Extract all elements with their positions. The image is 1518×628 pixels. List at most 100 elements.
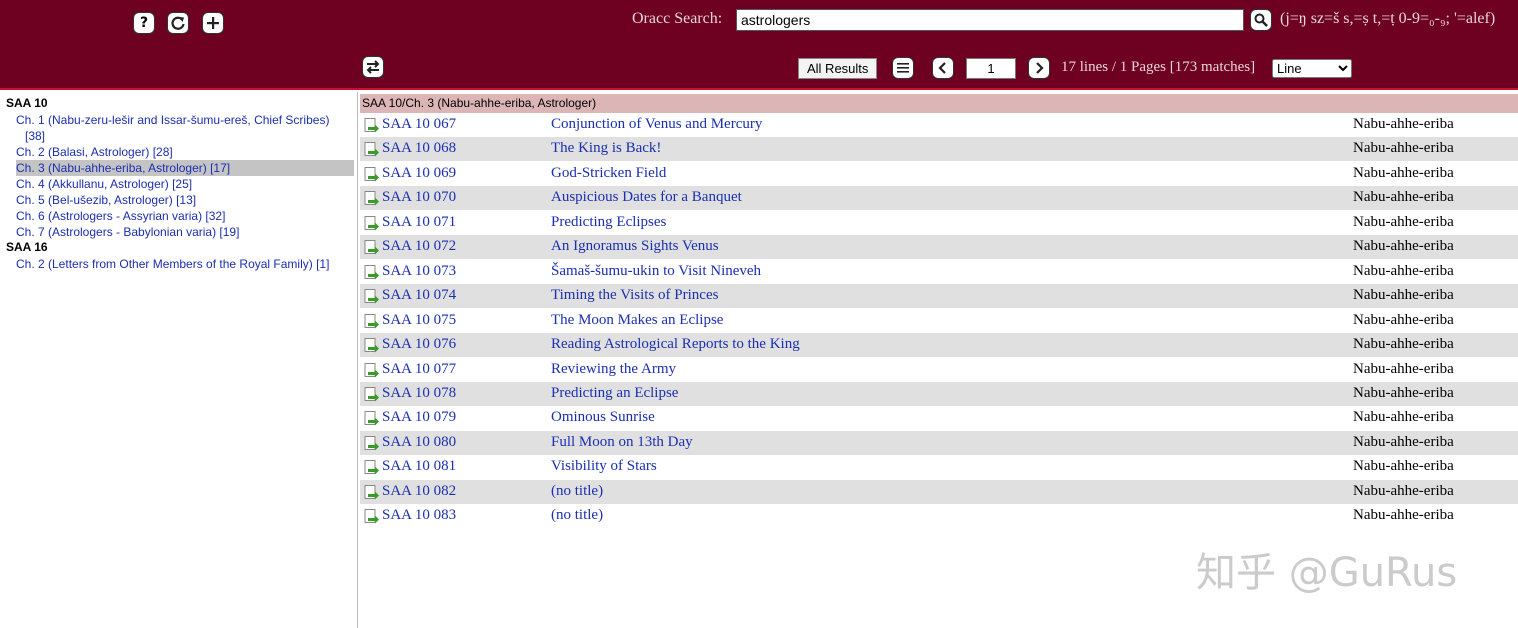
text-title-link[interactable]: God-Stricken Field [551,165,666,182]
table-row[interactable]: SAA 10 081 Visibility of Stars Nabu-ahhe-e… [360,455,1518,479]
text-id-link[interactable]: SAA 10 083 [382,507,456,524]
table-row[interactable]: SAA 10 070 Auspicious Dates for a Banquet… [360,186,1518,211]
sidebar-item-ch5[interactable]: Ch. 5 (Bel-ušezib, Astrologer) [13] [16,192,354,208]
swap-icon [366,60,380,74]
top-bar: ? Oracc Search: (j=ŋ sz=š s,=ṣ t,=ṭ 0-9=… [0,0,1518,90]
help-icon: ? [139,15,149,31]
document-arrow-icon [364,118,379,133]
text-author: Nabu-ahhe-eriba [1353,507,1454,524]
text-title-link[interactable]: Conjunction of Venus and Mercury [551,116,762,133]
add-button[interactable] [202,12,224,34]
table-row[interactable]: SAA 10 075 The Moon Makes an Eclipse Nabu-… [360,309,1518,333]
text-title-link[interactable]: The King is Back! [551,140,661,157]
text-title-link[interactable]: The Moon Makes an Eclipse [551,312,723,329]
sidebar-item-ch2[interactable]: Ch. 2 (Balasi, Astrologer) [28] [16,144,354,160]
table-row[interactable]: SAA 10 078 Predicting an Eclipse Nabu-ahhe… [360,381,1518,406]
table-row[interactable]: SAA 10 082 (no title) Nabu-ahhe-eriba [360,479,1518,504]
text-id-link[interactable]: SAA 10 069 [382,165,456,182]
text-author: Nabu-ahhe-eriba [1353,384,1454,401]
sidebar-item-ch1[interactable]: Ch. 1 (Nabu-zeru-lešir and Issar-šumu-er… [16,112,354,144]
menu-icon [897,63,909,73]
all-results-button[interactable]: All Results [798,58,878,79]
text-title-link[interactable]: Predicting Eclipses [551,214,666,231]
text-id-link[interactable]: SAA 10 080 [382,434,456,451]
text-title-link[interactable]: (no title) [551,483,603,500]
table-row[interactable]: SAA 10 083 (no title) Nabu-ahhe-eriba [360,504,1518,528]
refresh-button[interactable] [167,12,189,34]
table-row[interactable]: SAA 10 067 Conjunction of Venus and Mercu… [360,113,1518,137]
text-id-link[interactable]: SAA 10 081 [382,458,456,475]
add-icon [207,17,219,29]
text-title-link[interactable]: Reviewing the Army [551,361,676,378]
sidebar-item-saa16-ch2[interactable]: Ch. 2 (Letters from Other Members of the… [16,256,354,272]
table-row[interactable]: SAA 10 069 God-Stricken Field Nabu-ahhe-er… [360,162,1518,186]
text-author: Nabu-ahhe-eriba [1353,213,1454,230]
help-button[interactable]: ? [133,12,155,34]
document-arrow-icon [364,484,379,500]
text-id-link[interactable]: SAA 10 071 [382,214,456,231]
table-row[interactable]: SAA 10 071 Predicting Eclipses Nabu-ahhe-e… [360,211,1518,235]
text-id-link[interactable]: SAA 10 076 [382,336,456,353]
text-author: Nabu-ahhe-eriba [1353,164,1454,181]
table-row[interactable]: SAA 10 072 An Ignoramus Sights Venus Nabu-… [360,235,1518,260]
text-title-link[interactable]: Visibility of Stars [551,458,657,475]
text-title-link[interactable]: Ominous Sunrise [551,409,655,426]
sidebar-item-ch3[interactable]: Ch. 3 (Nabu-ahhe-eriba, Astrologer) [17] [16,160,354,176]
prev-page-button[interactable] [932,57,954,79]
text-title-link[interactable]: (no title) [551,507,603,524]
refresh-icon [171,16,185,30]
document-arrow-icon [364,264,379,280]
text-author: Nabu-ahhe-eriba [1353,116,1454,132]
document-arrow-icon [364,215,379,231]
text-id-link[interactable]: SAA 10 079 [382,409,456,426]
sidebar-item-ch7[interactable]: Ch. 7 (Astrologers - Babylonian varia) [… [16,224,354,240]
text-author: Nabu-ahhe-eriba [1353,238,1454,255]
text-id-link[interactable]: SAA 10 067 [382,116,456,133]
table-row[interactable]: SAA 10 080 Full Moon on 13th Day Nabu-ahhe… [360,430,1518,455]
text-title-link[interactable]: Reading Astrological Reports to the King [551,336,800,353]
text-title-link[interactable]: An Ignoramus Sights Venus [551,238,719,255]
table-row[interactable]: SAA 10 068 The King is Back! Nabu-ahhe-eri… [360,137,1518,162]
search-help-text: (j=ŋ sz=š s,=ṣ t,=ṭ 0-9=₀-₉; '=alef) [1280,10,1496,27]
text-id-link[interactable]: SAA 10 070 [382,189,456,206]
text-id-link[interactable]: SAA 10 082 [382,483,456,500]
swap-button[interactable] [362,56,384,78]
table-row[interactable]: SAA 10 074 Timing the Visits of Princes Na… [360,284,1518,309]
search-button[interactable] [1250,9,1272,31]
text-id-link[interactable]: SAA 10 072 [382,238,456,255]
view-mode-select[interactable]: Line [1272,59,1352,78]
menu-button[interactable] [892,57,914,79]
sidebar-item-count: [38] [25,129,46,143]
text-id-link[interactable]: SAA 10 078 [382,385,456,402]
text-author: Nabu-ahhe-eriba [1353,311,1454,328]
page-number-input[interactable] [966,58,1016,79]
text-title-link[interactable]: Predicting an Eclipse [551,385,678,402]
next-page-button[interactable] [1028,57,1050,79]
table-row[interactable]: SAA 10 076 Reading Astrological Reports t… [360,333,1518,358]
document-arrow-icon [364,240,379,255]
sidebar: SAA 10 Ch. 1 (Nabu-zeru-lešir and Issar-… [0,92,358,628]
sidebar-item-ch6[interactable]: Ch. 6 (Astrologers - Assyrian varia) [32… [16,208,354,224]
text-title-link[interactable]: Full Moon on 13th Day [551,434,693,451]
text-title-link[interactable]: Auspicious Dates for a Banquet [551,189,742,206]
table-row[interactable]: SAA 10 077 Reviewing the Army Nabu-ahhe-er… [360,358,1518,382]
table-row[interactable]: SAA 10 079 Ominous Sunrise Nabu-ahhe-eriba [360,406,1518,430]
search-icon [1254,13,1268,27]
text-author: Nabu-ahhe-eriba [1353,433,1454,450]
document-arrow-icon [364,362,379,377]
table-row[interactable]: SAA 10 073 Šamaš-šumu-ukin to Visit Ninev… [360,260,1518,284]
text-id-link[interactable]: SAA 10 068 [382,140,456,157]
sidebar-item-ch4[interactable]: Ch. 4 (Akkullanu, Astrologer) [25] [16,176,354,192]
document-arrow-icon [364,509,379,524]
text-title-link[interactable]: Timing the Visits of Princes [551,287,718,304]
results-status: 17 lines / 1 Pages [173 matches] [1061,59,1256,75]
document-arrow-icon [364,386,379,402]
text-id-link[interactable]: SAA 10 077 [382,361,456,378]
text-author: Nabu-ahhe-eriba [1353,482,1454,499]
text-id-link[interactable]: SAA 10 073 [382,263,456,280]
search-input[interactable] [736,9,1244,31]
text-id-link[interactable]: SAA 10 074 [382,287,456,304]
document-arrow-icon [364,411,379,426]
text-title-link[interactable]: Šamaš-šumu-ukin to Visit Nineveh [551,263,761,280]
text-id-link[interactable]: SAA 10 075 [382,312,456,329]
